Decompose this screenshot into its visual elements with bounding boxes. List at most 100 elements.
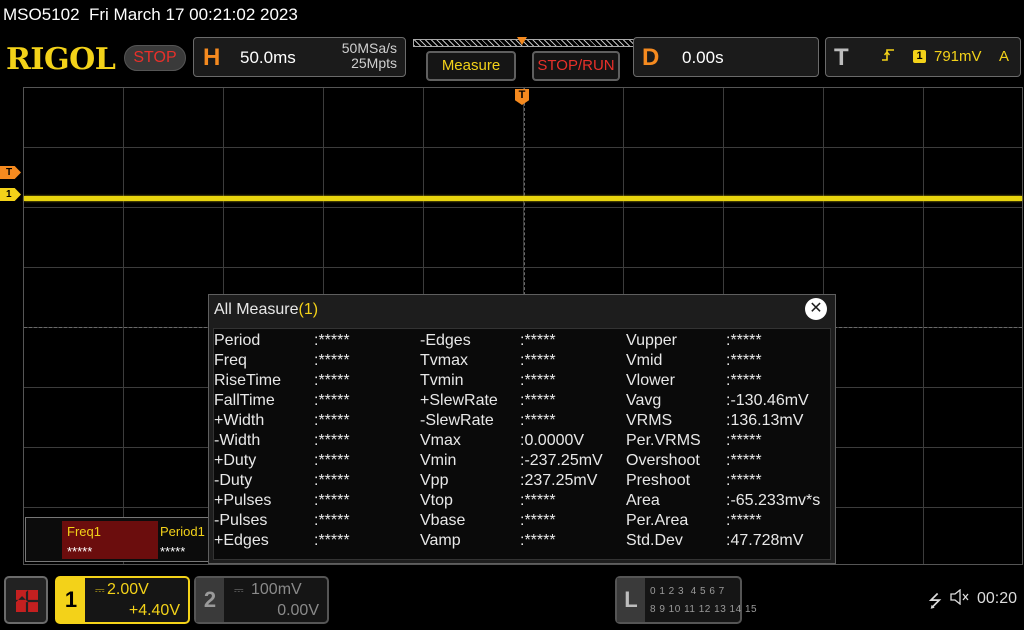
- channel2-offset: 0.00V: [277, 602, 319, 619]
- measurement-row-value: :*****: [314, 412, 350, 429]
- stop-run-button[interactable]: STOP/RUN: [532, 51, 620, 81]
- measurement-strip: Freq1 ***** Period1 *****: [25, 517, 225, 562]
- measurement-row-value: :*****: [520, 372, 556, 389]
- measurement-row-label: -SlewRate: [420, 412, 494, 429]
- measurement-row-label: Vmin: [420, 452, 457, 469]
- usb-icon: ⭍: [928, 592, 943, 611]
- channel2-scale: 100mV: [251, 581, 302, 598]
- measurement-row-label: Tvmax: [420, 352, 468, 369]
- logic-channels-row2: 8 9 10 11 12 13 14 15: [650, 604, 758, 615]
- delay-letter: D: [642, 44, 660, 71]
- measurement-row-label: Period: [214, 332, 261, 349]
- trigger-level: 791mV: [934, 48, 982, 65]
- measurement-row-label: Vbase: [420, 512, 466, 529]
- channel2-number: 2: [196, 578, 224, 622]
- measurement-row-label: Preshoot: [626, 472, 691, 489]
- channel1-number: 1: [57, 578, 85, 622]
- measurement-row-value: :*****: [520, 332, 556, 349]
- measurement-row-label: Vtop: [420, 492, 453, 509]
- measurement-row-label: +SlewRate: [420, 392, 498, 409]
- measurement-row-label: Overshoot: [626, 452, 700, 469]
- panel-title: All Measure(1): [214, 301, 318, 319]
- close-icon[interactable]: ✕: [805, 298, 827, 320]
- delay-value: 0.00s: [682, 48, 724, 67]
- measurement-row-label: Vlower: [626, 372, 675, 389]
- measurement-row-value: :*****: [726, 332, 762, 349]
- trigger-source: 1: [913, 50, 926, 63]
- measurement-row-value: :*****: [314, 432, 350, 449]
- measurement-item[interactable]: Freq1 *****: [62, 521, 158, 559]
- all-measure-panel: All Measure(1) ✕ Period :***** Freq :***** R…: [208, 294, 836, 564]
- measurement-row-value: :*****: [520, 492, 556, 509]
- channel1-offset-marker[interactable]: 1: [0, 188, 21, 201]
- measurement-row-label: -Width: [214, 432, 261, 449]
- measurement-row-label: Vupper: [626, 332, 677, 349]
- measurement-row-label: VRMS: [626, 412, 673, 429]
- measurement-row-value: :0.0000V: [520, 432, 585, 449]
- measurement-row-value: :*****: [314, 492, 350, 509]
- trigger-level-marker[interactable]: T: [0, 166, 21, 179]
- top-control-bar: RIGOL STOP H 50.0ms 50MSa/s 25Mpts Measu…: [0, 33, 1024, 83]
- measurement-row-label: Std.Dev: [626, 532, 683, 549]
- device-datetime: MSO5102 Fri March 17 00:21:02 2023: [3, 5, 298, 24]
- measurement-row-value: :*****: [314, 332, 350, 349]
- horizontal-timebase-box[interactable]: H 50.0ms 50MSa/s 25Mpts: [193, 37, 406, 77]
- measurement-row-value: :*****: [726, 512, 762, 529]
- measurement-row-value: :*****: [726, 452, 762, 469]
- measurement-row-value: :*****: [726, 472, 762, 489]
- channel2-box[interactable]: 2 ⎓ 100mV 0.00V: [194, 576, 329, 624]
- measurement-row-label: RiseTime: [214, 372, 281, 389]
- dc-coupling-icon: ⎓: [234, 583, 244, 597]
- run-status-badge[interactable]: STOP: [124, 45, 186, 71]
- measurement-row-value: :*****: [726, 432, 762, 449]
- measurement-row-label: Tvmin: [420, 372, 464, 389]
- logic-letter: L: [617, 578, 645, 622]
- measurement-label: Freq1: [67, 524, 101, 539]
- bottom-bar: 1 ⎓ 2.00V +4.40V 2 ⎓ 100mV 0.00V L 0 1 2…: [0, 571, 1024, 630]
- measurement-row-value: :*****: [314, 352, 350, 369]
- delay-box[interactable]: D 0.00s: [633, 37, 819, 77]
- channel1-box[interactable]: 1 ⎓ 2.00V +4.40V: [55, 576, 190, 624]
- system-clock: 00:20: [977, 590, 1018, 607]
- measure-button[interactable]: Measure: [426, 51, 516, 81]
- trigger-box[interactable]: T 1 791mV A: [825, 37, 1021, 77]
- title-bar: MSO5102 Fri March 17 00:21:02 2023: [0, 0, 1024, 32]
- trigger-position-bar[interactable]: [413, 37, 635, 49]
- rising-edge-icon: [881, 48, 895, 65]
- measurement-row-value: :*****: [314, 452, 350, 469]
- measurement-row-value: :*****: [314, 392, 350, 409]
- measurement-row-label: Per.Area: [626, 512, 689, 529]
- measurement-row-label: Vpp: [420, 472, 449, 489]
- logic-channels-box[interactable]: L 0 1 2 3 4 5 6 7 8 9 10 11 12 13 14 15: [615, 576, 757, 624]
- trigger-coupling: A: [999, 48, 1010, 65]
- measurement-row-label: FallTime: [214, 392, 275, 409]
- measurement-row-value: :*****: [314, 512, 350, 529]
- memory-depth: 25Mpts: [351, 55, 397, 71]
- measurement-row-value: :-130.46mV: [726, 392, 809, 409]
- speaker-icon[interactable]: [950, 588, 970, 610]
- measurement-row-value: :*****: [314, 532, 350, 549]
- trigger-letter: T: [834, 44, 849, 71]
- measurement-row-label: +Duty: [214, 452, 257, 469]
- measurement-row-label: +Pulses: [214, 492, 272, 509]
- measurement-row-label: Vamp: [420, 532, 461, 549]
- channel1-scale: 2.00V: [107, 581, 149, 598]
- grid-menu-icon[interactable]: [4, 576, 48, 624]
- measurement-row-value: :136.13mV: [726, 412, 804, 429]
- measurement-row-value: :*****: [314, 372, 350, 389]
- sample-rate: 50MSa/s: [341, 40, 397, 56]
- measurement-row-value: :237.25mV: [520, 472, 598, 489]
- measurement-row-value: :*****: [726, 372, 762, 389]
- measurement-row-value: :*****: [520, 532, 556, 549]
- measurement-row-value: :*****: [314, 472, 350, 489]
- panel-source-count: (1): [298, 301, 319, 318]
- measurement-row-label: Freq: [214, 352, 247, 369]
- dc-coupling-icon: ⎓: [95, 583, 105, 597]
- measurement-row-value: :*****: [520, 412, 556, 429]
- measurement-row-label: +Width: [214, 412, 265, 429]
- measurement-row-label: Area: [626, 492, 660, 509]
- rigol-logo: RIGOL: [6, 42, 116, 77]
- logic-channels-row1: 0 1 2 3 4 5 6 7: [650, 586, 725, 597]
- measurement-row-label: Per.VRMS: [626, 432, 701, 449]
- channel1-offset: +4.40V: [128, 602, 180, 619]
